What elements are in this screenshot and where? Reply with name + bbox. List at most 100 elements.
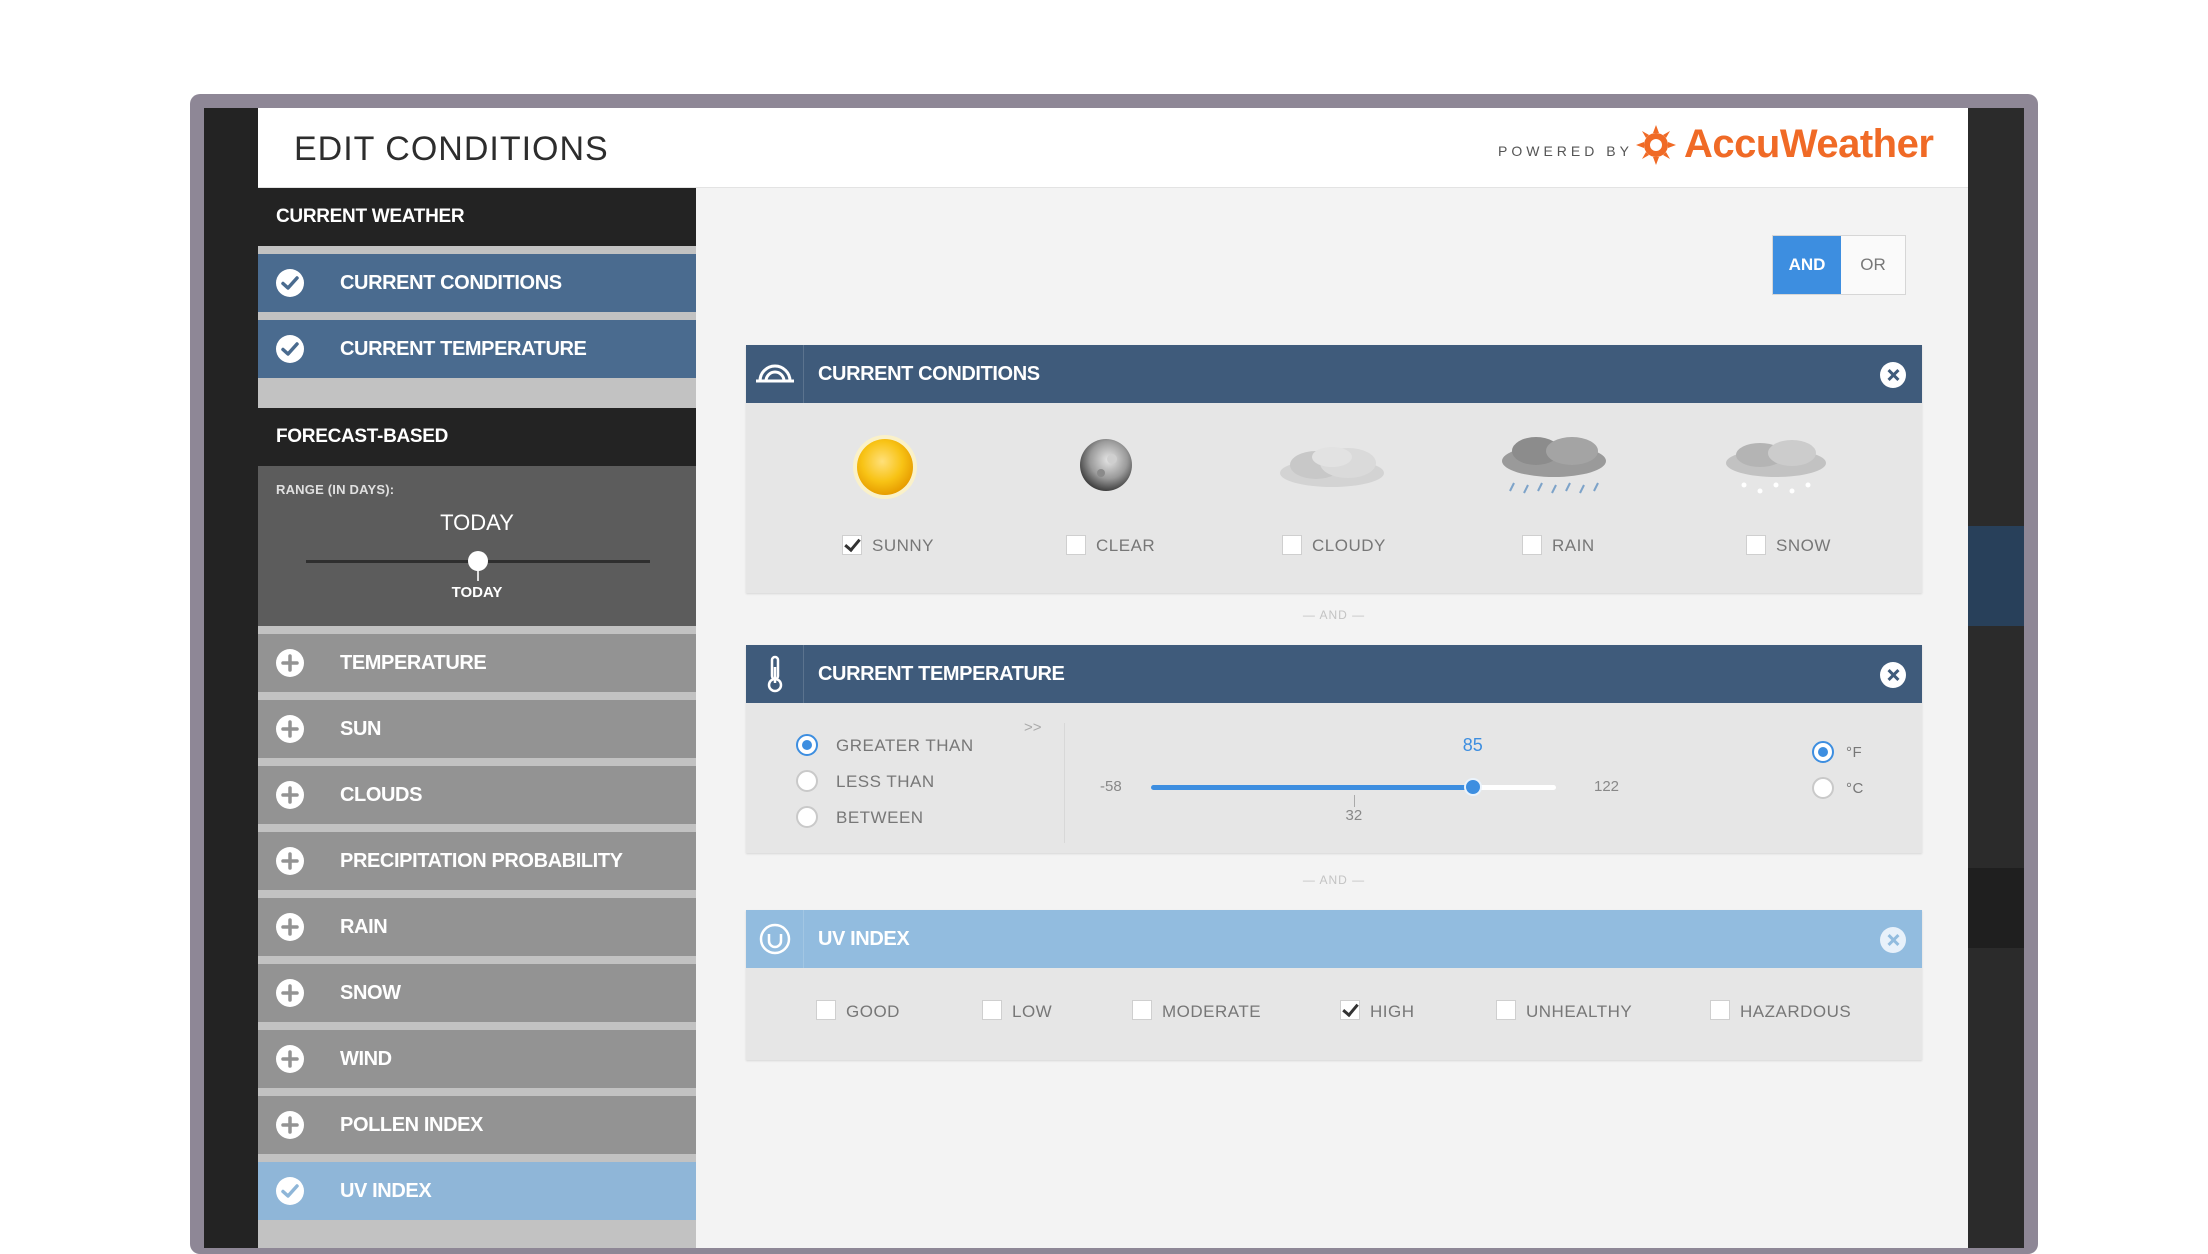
sidebar-item-temperature[interactable]: TEMPERATURE: [258, 634, 696, 692]
close-icon[interactable]: [1880, 362, 1906, 388]
sidebar-item-current-conditions[interactable]: CURRENT CONDITIONS: [258, 254, 696, 312]
range-slider-handle[interactable]: [468, 551, 488, 571]
sidebar-item-snow[interactable]: SNOW: [258, 964, 696, 1022]
sun-burst-icon: [1636, 124, 1676, 165]
plus-icon: [276, 1111, 304, 1139]
and-button[interactable]: AND: [1773, 236, 1841, 294]
less-than-label: LESS THAN: [836, 772, 935, 791]
high-checkbox[interactable]: [1340, 1000, 1360, 1020]
sidebar-item-label: CURRENT CONDITIONS: [340, 271, 562, 294]
temperature-slider-handle[interactable]: [1463, 778, 1482, 796]
sun-icon: [825, 427, 945, 507]
sidebar-item-label: SNOW: [340, 981, 401, 1004]
and-separator: — AND —: [1302, 873, 1366, 887]
current-temperature-panel: CURRENT TEMPERATURE GREATER THAN LESS TH…: [746, 645, 1922, 853]
rain-label: RAIN: [1552, 536, 1595, 555]
brand-name: AccuWeather: [1684, 122, 1934, 166]
divider: [1064, 723, 1065, 843]
section-header-current-weather: CURRENT WEATHER: [258, 188, 696, 246]
section-header-forecast-based: FORECAST-BASED: [258, 408, 696, 466]
sidebar-item-label: CURRENT TEMPERATURE: [340, 337, 587, 360]
panel-header: CURRENT TEMPERATURE: [746, 645, 1922, 703]
sidebar-item-pollen-index[interactable]: POLLEN INDEX: [258, 1096, 696, 1154]
good-label: GOOD: [846, 1002, 900, 1021]
sidebar-item-uv-index[interactable]: UV INDEX: [258, 1162, 696, 1220]
cloudy-checkbox[interactable]: [1282, 535, 1302, 555]
sidebar-item-label: WIND: [340, 1047, 392, 1070]
unhealthy-checkbox[interactable]: [1496, 1000, 1516, 1020]
check-icon: [276, 269, 304, 297]
edit-conditions-screen: EDIT CONDITIONS POWERED BY AccuWeather C…: [258, 108, 1968, 1248]
cloud-icon: [1272, 427, 1392, 507]
thermometer-icon: [746, 645, 804, 703]
close-icon[interactable]: [1880, 927, 1906, 953]
freezing-tick: [1353, 795, 1355, 807]
range-slider-box: RANGE (IN DAYS): TODAY TODAY: [258, 466, 696, 626]
sidebar-item-label: CLOUDS: [340, 783, 423, 806]
good-checkbox[interactable]: [816, 1000, 836, 1020]
sidebar-item-label: POLLEN INDEX: [340, 1113, 483, 1136]
high-label: HIGH: [1370, 1002, 1415, 1021]
range-label: RANGE (IN DAYS):: [276, 482, 395, 497]
low-label: LOW: [1012, 1002, 1053, 1021]
sidebar-item-current-temperature[interactable]: CURRENT TEMPERATURE: [258, 320, 696, 378]
sidebar-item-label: SUN: [340, 717, 382, 740]
sidebar-item-label: RAIN: [340, 915, 388, 938]
plus-icon: [276, 1045, 304, 1073]
background-app-edge: [1968, 108, 2024, 1248]
and-or-toggle[interactable]: AND OR: [1772, 235, 1906, 295]
close-icon[interactable]: [1880, 662, 1906, 688]
sun-horizon-icon: [746, 345, 804, 403]
panel-header: CURRENT CONDITIONS: [746, 345, 1922, 403]
sidebar-item-label: TEMPERATURE: [340, 651, 487, 674]
check-icon: [276, 1177, 304, 1205]
between-radio[interactable]: [796, 806, 818, 828]
slider-max-label: 122: [1594, 778, 1620, 795]
plus-icon: [276, 781, 304, 809]
temperature-slider[interactable]: [1151, 778, 1556, 796]
sidebar-item-sun[interactable]: SUN: [258, 700, 696, 758]
sunny-checkbox[interactable]: [842, 535, 862, 555]
plus-icon: [276, 979, 304, 1007]
celsius-radio[interactable]: [1812, 777, 1834, 799]
hazardous-checkbox[interactable]: [1710, 1000, 1730, 1020]
snow-checkbox[interactable]: [1746, 535, 1766, 555]
sidebar-item-wind[interactable]: WIND: [258, 1030, 696, 1088]
hazardous-label: HAZARDOUS: [1740, 1002, 1852, 1021]
powered-by-label: POWERED BY: [1498, 143, 1633, 159]
plus-icon: [276, 715, 304, 743]
sidebar-item-precipitation-probability[interactable]: PRECIPITATION PROBABILITY: [258, 832, 696, 890]
and-separator: — AND —: [1302, 608, 1366, 622]
clear-checkbox[interactable]: [1066, 535, 1086, 555]
uv-icon: [746, 910, 804, 968]
between-label: BETWEEN: [836, 808, 924, 827]
range-tick: [477, 571, 479, 581]
slider-min-label: -58: [1100, 778, 1122, 795]
uv-index-panel: UV INDEX GOOD LOW MODERATE HIGH UNHEALTH…: [746, 910, 1922, 1060]
unhealthy-label: UNHEALTHY: [1526, 1002, 1633, 1021]
sidebar-item-clouds[interactable]: CLOUDS: [258, 766, 696, 824]
range-value: TODAY: [440, 510, 514, 535]
or-button[interactable]: OR: [1841, 236, 1905, 294]
plus-icon: [276, 913, 304, 941]
greater-than-radio[interactable]: [796, 734, 818, 756]
rain-cloud-icon: [1494, 427, 1614, 507]
fahrenheit-radio[interactable]: [1812, 741, 1834, 763]
snow-cloud-icon: [1716, 427, 1836, 507]
sidebar: CURRENT WEATHER CURRENT CONDITIONS CURRE…: [258, 188, 696, 1248]
expand-icon[interactable]: >>: [1024, 719, 1042, 736]
sidebar-item-label: PRECIPITATION PROBABILITY: [340, 849, 623, 872]
sidebar-item-rain[interactable]: RAIN: [258, 898, 696, 956]
slider-value-label: 85: [1462, 735, 1483, 755]
sidebar-item-label: UV INDEX: [340, 1179, 432, 1202]
panel-title: UV INDEX: [818, 928, 910, 950]
low-checkbox[interactable]: [982, 1000, 1002, 1020]
conditions-editor: AND OR CURRENT CONDITIONS SUNNY CLEAR CL…: [696, 188, 1968, 1248]
less-than-radio[interactable]: [796, 770, 818, 792]
fahrenheit-label: °F: [1846, 744, 1863, 761]
panel-header: UV INDEX: [746, 910, 1922, 968]
range-tick-label: TODAY: [451, 584, 503, 601]
moderate-label: MODERATE: [1162, 1002, 1262, 1021]
rain-checkbox[interactable]: [1522, 535, 1542, 555]
moderate-checkbox[interactable]: [1132, 1000, 1152, 1020]
